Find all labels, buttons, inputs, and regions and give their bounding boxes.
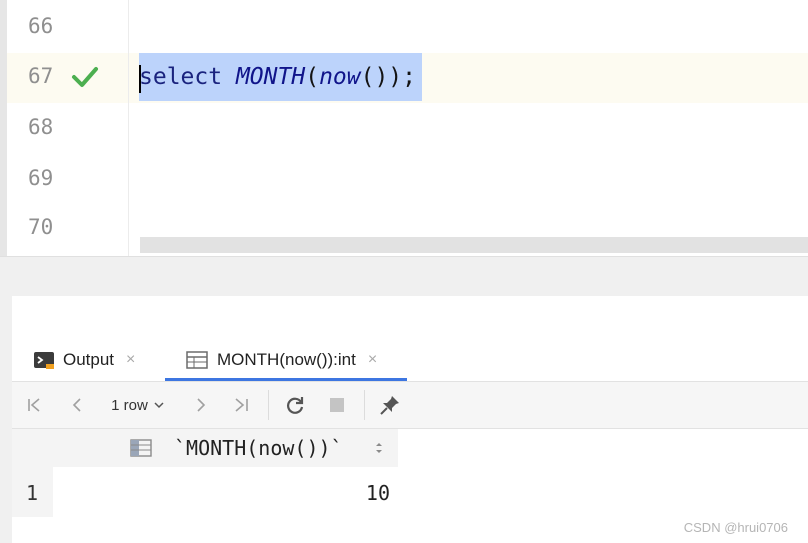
row-number: 1 bbox=[26, 481, 39, 505]
prev-page-icon[interactable] bbox=[66, 393, 88, 417]
sql-keyword: select bbox=[139, 64, 223, 90]
next-page-icon[interactable] bbox=[190, 393, 212, 417]
rows-dropdown[interactable]: 1 row bbox=[106, 393, 170, 417]
pin-icon[interactable] bbox=[378, 393, 402, 417]
close-icon[interactable]: × bbox=[126, 351, 135, 369]
tab-output-label: Output bbox=[63, 350, 115, 369]
tab-result[interactable]: MONTH(now()):int × bbox=[186, 342, 377, 378]
stop-icon[interactable] bbox=[326, 393, 348, 417]
toolbar-separator bbox=[364, 390, 365, 420]
tab-output[interactable]: Output × bbox=[33, 342, 135, 378]
column-icon bbox=[130, 439, 152, 457]
toolbar-separator bbox=[268, 390, 269, 420]
console-icon bbox=[34, 352, 54, 369]
sql-function: MONTH bbox=[235, 64, 306, 90]
rows-label: 1 row bbox=[111, 396, 148, 414]
text-caret bbox=[139, 65, 141, 93]
last-page-icon[interactable] bbox=[230, 393, 252, 417]
line-number: 66 bbox=[28, 14, 54, 38]
editor-left-strip bbox=[0, 0, 7, 256]
table-row[interactable] bbox=[53, 469, 398, 515]
result-toolbar: 1 row bbox=[12, 382, 808, 429]
watermark: CSDN @hrui0706 bbox=[683, 520, 788, 535]
cell-value[interactable]: 10 bbox=[366, 481, 390, 505]
close-icon[interactable]: × bbox=[368, 351, 377, 369]
refresh-icon[interactable] bbox=[283, 393, 307, 417]
code-editor[interactable]: 66 67 68 69 70 select MONTH(now()); bbox=[0, 0, 808, 256]
tab-result-label: MONTH(now()):int bbox=[217, 350, 356, 369]
panel-left-bar bbox=[0, 296, 12, 543]
line-number: 67 bbox=[28, 64, 54, 88]
selected-sql-statement[interactable]: select MONTH(now()); bbox=[139, 53, 422, 101]
sql-paren: ( bbox=[305, 64, 320, 90]
horizontal-scrollbar[interactable] bbox=[140, 237, 808, 253]
table-icon bbox=[186, 351, 208, 369]
sql-rest: ()); bbox=[360, 64, 416, 90]
editor-gutter bbox=[7, 0, 129, 256]
first-page-icon[interactable] bbox=[24, 393, 46, 417]
line-number: 69 bbox=[28, 166, 54, 190]
result-grid: `MONTH(now())` bbox=[12, 429, 398, 517]
panel-divider[interactable] bbox=[0, 256, 808, 298]
line-number: 68 bbox=[28, 115, 54, 139]
sort-icon[interactable] bbox=[374, 441, 384, 455]
line-number: 70 bbox=[28, 215, 54, 239]
chevron-down-icon bbox=[154, 402, 164, 409]
sql-inner-function: now bbox=[319, 64, 361, 90]
column-header[interactable]: `MONTH(now())` bbox=[174, 431, 343, 465]
checkmark-icon bbox=[72, 67, 98, 87]
